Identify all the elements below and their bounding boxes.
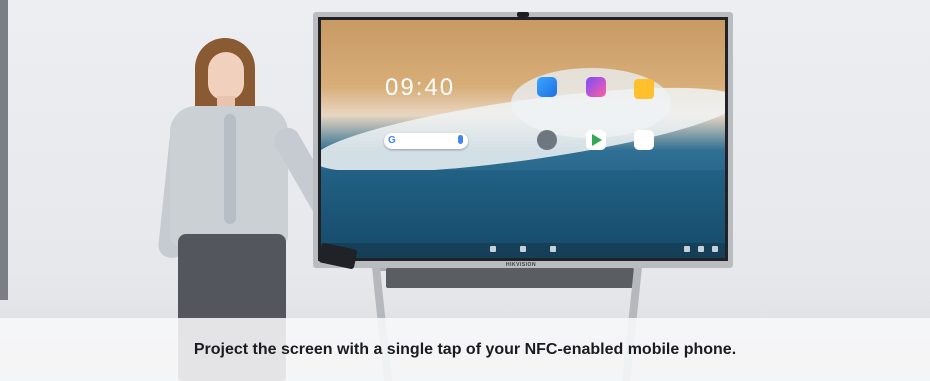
mic-icon xyxy=(458,135,463,144)
settings-gear-icon xyxy=(537,130,557,150)
google-icon: G xyxy=(388,135,396,146)
face xyxy=(208,52,244,100)
whiteboard-pen-icon xyxy=(586,77,606,97)
blouse-tie xyxy=(224,114,236,224)
stand-shelf xyxy=(386,268,634,288)
apps-icon xyxy=(490,246,496,252)
screen-cast-icon xyxy=(537,77,557,97)
home-icon xyxy=(520,246,526,252)
folder-icon xyxy=(634,79,654,99)
google-search-widget: G xyxy=(384,133,468,149)
display-screen xyxy=(321,20,725,258)
caption-text: Project the screen with a single tap of … xyxy=(193,340,737,358)
notification-icon xyxy=(712,246,718,252)
settings-icon xyxy=(698,246,704,252)
screen-clock: 09:40 xyxy=(385,74,456,101)
brand-logo: HIKVISION xyxy=(506,262,537,268)
play-store-icon xyxy=(586,130,606,150)
tools-icon xyxy=(550,246,556,252)
google-apps-icon xyxy=(634,130,654,150)
caption-bar: Project the screen with a single tap of … xyxy=(0,318,930,381)
wifi-icon xyxy=(684,246,690,252)
